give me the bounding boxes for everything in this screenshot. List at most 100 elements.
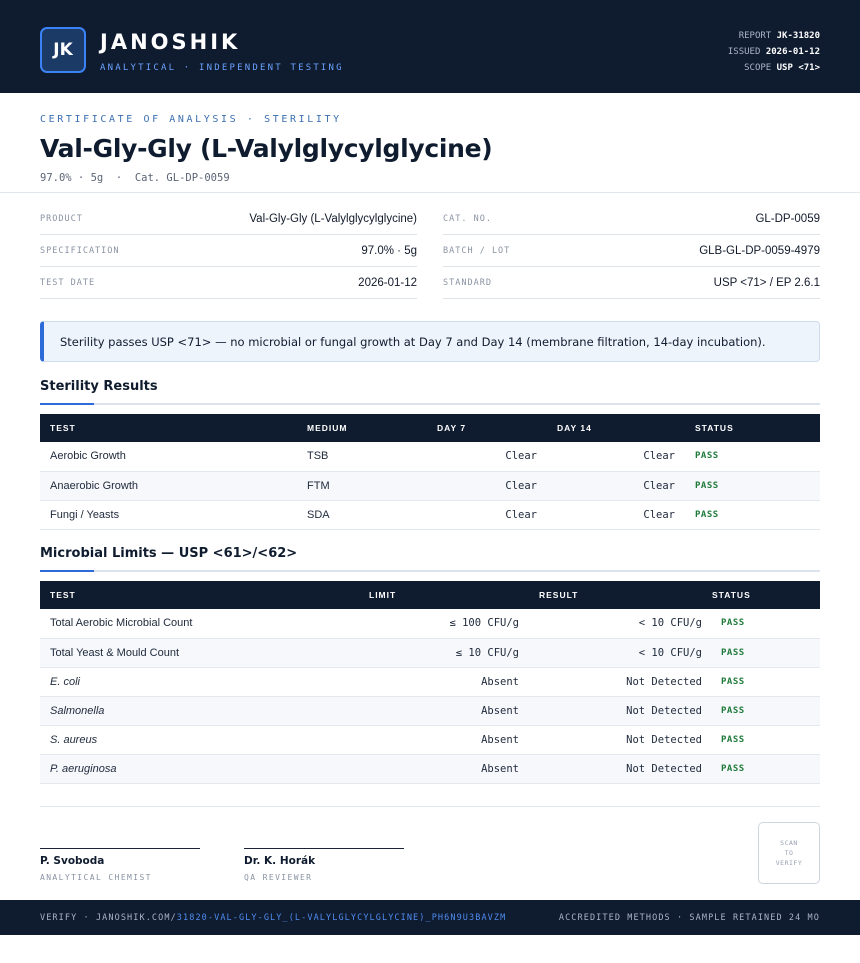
info-specification: SPECIFICATION 97.0% · 5g — [40, 235, 417, 267]
status-badge: PASS — [712, 667, 820, 697]
cell-day7: Clear — [427, 442, 547, 472]
cell-limit: Absent — [359, 696, 529, 726]
cell-result: Not Detected — [529, 725, 712, 755]
table-row: S. aureus Absent Not Detected PASS — [40, 725, 820, 755]
document-type: CERTIFICATE OF ANALYSIS · STERILITY — [40, 114, 342, 125]
info-label: TEST DATE — [40, 277, 96, 288]
brand-name: JANOSHIK — [100, 30, 241, 54]
qr-code-placeholder[interactable]: SCAN TO VERIFY — [758, 822, 820, 884]
cell-result: < 10 CFU/g — [529, 638, 712, 668]
status-badge: PASS — [712, 638, 820, 668]
section-title-sterility: Sterility Results — [40, 379, 158, 394]
table-row: Fungi / Yeasts SDA Clear Clear PASS — [40, 500, 820, 530]
meta-issued: ISSUED 2026-01-12 — [727, 47, 820, 57]
table-row: Total Aerobic Microbial Count ≤ 100 CFU/… — [40, 609, 820, 639]
cell-limit: Absent — [359, 667, 529, 697]
report-header: JK JANOSHIK ANALYTICAL · INDEPENDENT TES… — [0, 0, 860, 93]
col-header: TEST — [50, 590, 76, 600]
table-header-row: TEST LIMIT RESULT STATUS — [40, 581, 820, 609]
info-product: PRODUCT Val-Gly-Gly (L-Valylglycylglycin… — [40, 203, 417, 235]
cell-test: Aerobic Growth — [40, 442, 297, 472]
col-header: LIMIT — [369, 590, 397, 600]
verify-link[interactable]: 31820-VAL-GLY-GLY_(L-VALYLGLYCYLGLYCINE)… — [177, 913, 507, 923]
meta-scope: SCOPE USP <71> — [744, 63, 820, 73]
product-subline: 97.0% · 5g · Cat. GL-DP-0059 — [40, 172, 230, 184]
signer-name: P. Svoboda — [40, 855, 105, 867]
report-footer: VERIFY · JANOSHIK.COM/31820-VAL-GLY-GLY_… — [0, 900, 860, 935]
footer-note: ACCREDITED METHODS · SAMPLE RETAINED 24 … — [558, 912, 820, 923]
signer-name: Dr. K. Horák — [244, 855, 316, 867]
section-rule — [40, 403, 820, 405]
divider — [0, 192, 860, 193]
cell-test: P. aeruginosa — [40, 754, 359, 784]
microbial-table: TEST LIMIT RESULT STATUS Total Aerobic M… — [40, 581, 820, 784]
cell-test: Fungi / Yeasts — [40, 500, 297, 530]
cell-medium: SDA — [297, 500, 427, 530]
table-row: P. aeruginosa Absent Not Detected PASS — [40, 754, 820, 784]
info-value: Val-Gly-Gly (L-Valylglycylglycine) — [249, 212, 417, 225]
cell-test: Anaerobic Growth — [40, 471, 297, 501]
status-badge: PASS — [712, 696, 820, 726]
verify-text: VERIFY · JANOSHIK.COM/31820-VAL-GLY-GLY_… — [40, 913, 506, 923]
status-badge: PASS — [685, 500, 820, 530]
cell-medium: FTM — [297, 471, 427, 501]
cell-result: Not Detected — [529, 754, 712, 784]
info-label: SPECIFICATION — [40, 245, 120, 256]
table-row: Aerobic Growth TSB Clear Clear PASS — [40, 442, 820, 472]
cell-result: Not Detected — [529, 696, 712, 726]
col-header: STATUS — [712, 590, 751, 600]
signature-line — [40, 848, 200, 849]
status-badge: PASS — [712, 725, 820, 755]
signer-role: QA REVIEWER — [244, 873, 313, 882]
cell-day14: Clear — [547, 500, 685, 530]
cell-day7: Clear — [427, 471, 547, 501]
meta-report: REPORT JK-31820 — [738, 31, 820, 41]
cell-day14: Clear — [547, 471, 685, 501]
table-row: E. coli Absent Not Detected PASS — [40, 667, 820, 697]
cell-result: < 10 CFU/g — [529, 609, 712, 639]
info-label: PRODUCT — [40, 213, 83, 224]
status-badge: PASS — [685, 442, 820, 472]
info-value: GLB-GL-DP-0059-4979 — [699, 244, 820, 257]
cell-limit: ≤ 100 CFU/g — [359, 609, 529, 639]
signer-role: ANALYTICAL CHEMIST — [40, 873, 152, 882]
info-cat-no: CAT. NO. GL-DP-0059 — [443, 203, 820, 235]
cell-day14: Clear — [547, 442, 685, 472]
cell-limit: Absent — [359, 754, 529, 784]
col-header: RESULT — [539, 590, 579, 600]
col-header: MEDIUM — [307, 423, 348, 433]
cell-test: S. aureus — [40, 725, 359, 755]
page-title: Val-Gly-Gly (L-Valylglycylglycine) — [40, 134, 493, 163]
cell-test: Salmonella — [40, 696, 359, 726]
info-label: STANDARD — [443, 277, 492, 288]
signature-line — [244, 848, 404, 849]
divider — [40, 806, 820, 807]
cell-limit: Absent — [359, 725, 529, 755]
logo-badge: JK — [40, 27, 86, 73]
status-badge: PASS — [712, 609, 820, 639]
cell-medium: TSB — [297, 442, 427, 472]
info-value: 97.0% · 5g — [361, 244, 417, 257]
col-header: DAY 7 — [437, 423, 467, 433]
col-header: STATUS — [695, 423, 734, 433]
col-header: DAY 14 — [557, 423, 592, 433]
cell-result: Not Detected — [529, 667, 712, 697]
info-label: CAT. NO. — [443, 213, 492, 224]
info-test-date: TEST DATE 2026-01-12 — [40, 267, 417, 299]
cell-test: Total Aerobic Microbial Count — [40, 609, 359, 639]
table-row: Salmonella Absent Not Detected PASS — [40, 696, 820, 726]
cell-test: E. coli — [40, 667, 359, 697]
cell-test: Total Yeast & Mould Count — [40, 638, 359, 668]
table-row: Total Yeast & Mould Count ≤ 10 CFU/g < 1… — [40, 638, 820, 668]
brand-tagline: ANALYTICAL · INDEPENDENT TESTING — [100, 63, 344, 73]
summary-callout: Sterility passes USP <71> — no microbial… — [40, 321, 820, 362]
table-header-row: TEST MEDIUM DAY 7 DAY 14 STATUS — [40, 414, 820, 442]
info-value: 2026-01-12 — [358, 276, 417, 289]
cell-day7: Clear — [427, 500, 547, 530]
sterility-table: TEST MEDIUM DAY 7 DAY 14 STATUS Aerobic … — [40, 414, 820, 530]
info-value: GL-DP-0059 — [755, 212, 820, 225]
cell-limit: ≤ 10 CFU/g — [359, 638, 529, 668]
verify-prefix: VERIFY · JANOSHIK.COM/ — [40, 912, 177, 923]
info-standard: STANDARD USP <71> / EP 2.6.1 — [443, 267, 820, 299]
info-batch-lot: BATCH / LOT GLB-GL-DP-0059-4979 — [443, 235, 820, 267]
